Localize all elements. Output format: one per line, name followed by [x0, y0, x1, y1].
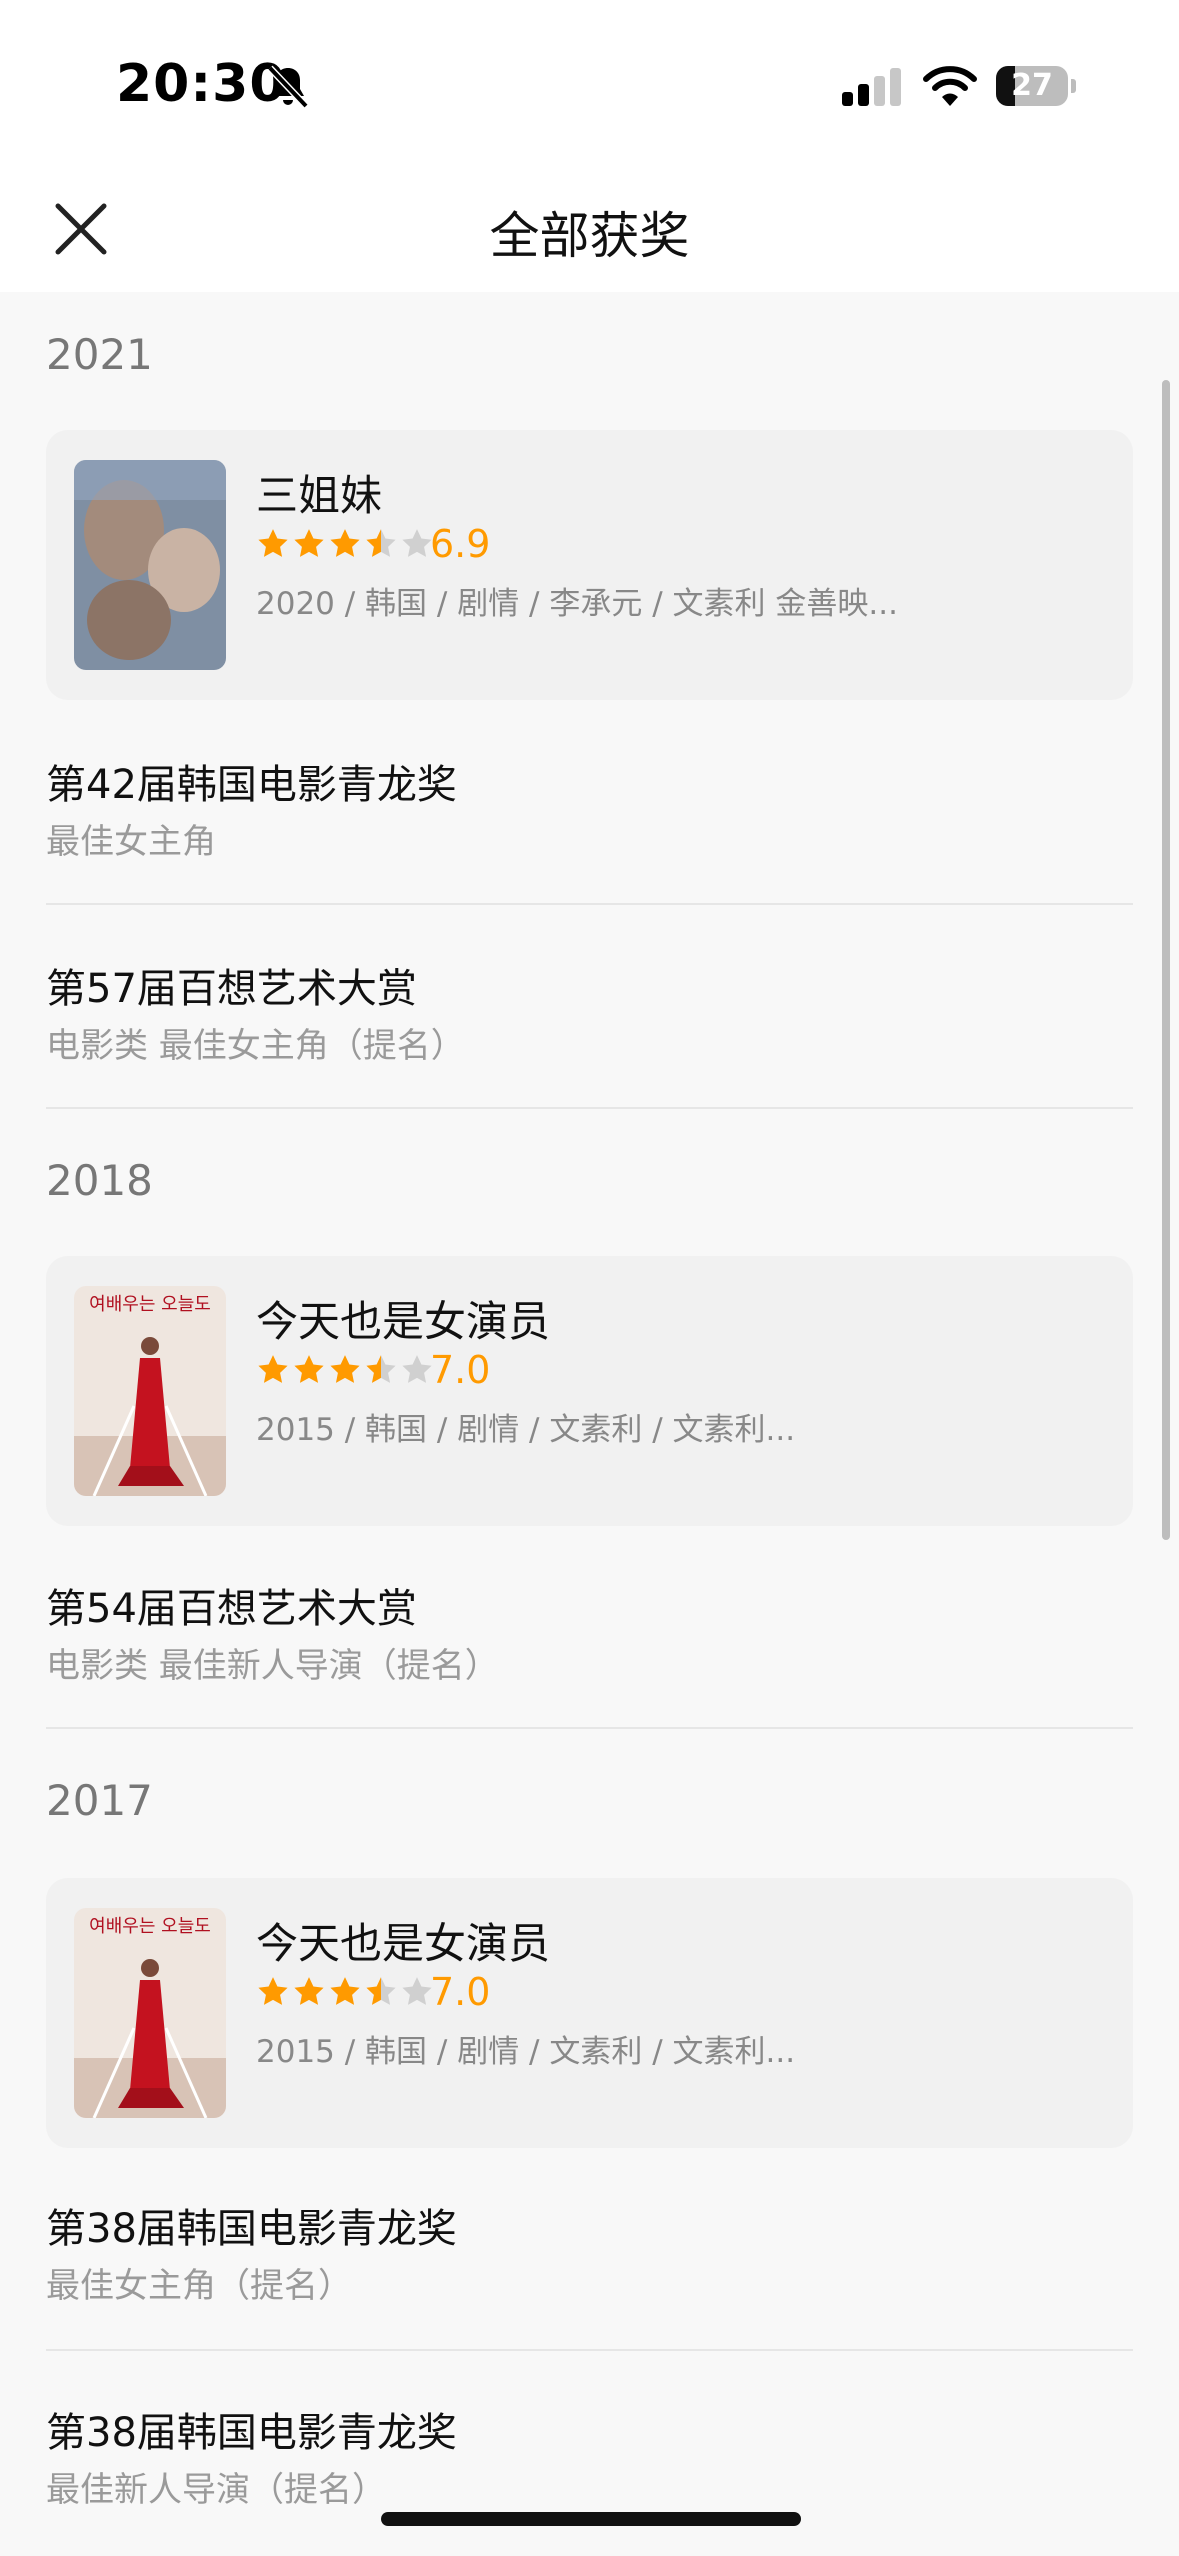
svg-text:여배우는 오늘도: 여배우는 오늘도	[89, 1294, 211, 1315]
page-title: 全部获奖	[489, 207, 690, 265]
home-indicator[interactable]	[381, 2512, 801, 2526]
movie-card[interactable]: 여배우는 오늘도 今天也是女演员 7.0 2015 / 韩国 / 剧情 / 文素…	[46, 1256, 1133, 1526]
award-title: 第54届百想艺术大赏	[46, 1586, 417, 1632]
award-category: 最佳女主角	[46, 822, 216, 862]
battery-indicator: 27	[996, 66, 1076, 106]
award-title: 第57届百想艺术大赏	[46, 966, 417, 1012]
star-icon	[366, 1355, 396, 1383]
star-icon	[330, 529, 360, 557]
movie-poster: 여배우는 오늘도	[74, 1286, 226, 1496]
movie-title: 今天也是女演员	[256, 1919, 551, 1968]
scrollbar[interactable]	[1162, 380, 1170, 1540]
year-heading: 2021	[46, 330, 153, 379]
award-title: 第38届韩国电影青龙奖	[46, 2206, 457, 2252]
star-rating	[256, 1972, 436, 2012]
year-heading: 2018	[46, 1156, 153, 1205]
poster-image: 여배우는 오늘도	[74, 1286, 226, 1496]
star-icon	[294, 1355, 324, 1383]
divider	[46, 1107, 1133, 1109]
award-title: 第38届韩国电影青龙奖	[46, 2410, 457, 2456]
movie-poster	[74, 460, 226, 670]
year-heading: 2017	[46, 1776, 153, 1825]
award-category: 电影类 最佳女主角（提名）	[46, 1026, 465, 1066]
top-bar: 20:30 27 全部获奖	[0, 0, 1179, 292]
poster-image: 여배우는 오늘도	[74, 1908, 226, 2118]
status-time: 20:30	[116, 54, 287, 114]
poster-image	[74, 460, 226, 670]
star-icon	[294, 529, 324, 557]
star-icon	[366, 1977, 396, 2005]
movie-meta: 2015 / 韩国 / 剧情 / 文素利 / 文素利...	[256, 2034, 796, 2070]
star-rating	[256, 524, 436, 564]
movie-poster: 여배우는 오늘도	[74, 1908, 226, 2118]
award-category: 最佳女主角（提名）	[46, 2266, 352, 2306]
award-title: 第42届韩国电影青龙奖	[46, 762, 457, 808]
bell-muted-icon	[267, 65, 309, 109]
battery-body: 27	[996, 66, 1068, 106]
star-icon	[330, 1977, 360, 2005]
rating-score: 6.9	[430, 522, 491, 566]
movie-meta: 2020 / 韩国 / 剧情 / 李承元 / 文素利 金善映...	[256, 586, 898, 622]
battery-cap	[1071, 79, 1076, 93]
star-icon	[402, 1977, 432, 2005]
star-icon	[366, 529, 396, 557]
divider	[46, 903, 1133, 905]
star-icon	[258, 1977, 288, 2005]
signal-icon	[842, 68, 901, 106]
star-icon	[258, 1355, 288, 1383]
star-icon	[258, 529, 288, 557]
award-category: 电影类 最佳新人导演（提名）	[46, 1646, 499, 1686]
movie-card[interactable]: 三姐妹 6.9 2020 / 韩国 / 剧情 / 李承元 / 文素利 金善映..…	[46, 430, 1133, 700]
movie-card[interactable]: 여배우는 오늘도 今天也是女演员 7.0 2015 / 韩国 / 剧情 / 文素…	[46, 1878, 1133, 2148]
movie-title: 三姐妹	[256, 471, 383, 520]
wifi-icon	[923, 66, 977, 106]
star-icon	[402, 529, 432, 557]
award-category: 最佳新人导演（提名）	[46, 2470, 386, 2510]
star-icon	[294, 1977, 324, 2005]
rating-score: 7.0	[430, 1348, 491, 1392]
svg-text:여배우는 오늘도: 여배우는 오늘도	[89, 1916, 211, 1937]
star-icon	[330, 1355, 360, 1383]
star-rating	[256, 1350, 436, 1390]
divider	[46, 2349, 1133, 2351]
rating-score: 7.0	[430, 1970, 491, 2014]
battery-text: 27	[1011, 68, 1053, 103]
movie-title: 今天也是女演员	[256, 1297, 551, 1346]
star-icon	[402, 1355, 432, 1383]
divider	[46, 1727, 1133, 1729]
movie-meta: 2015 / 韩国 / 剧情 / 文素利 / 文素利...	[256, 1412, 796, 1448]
